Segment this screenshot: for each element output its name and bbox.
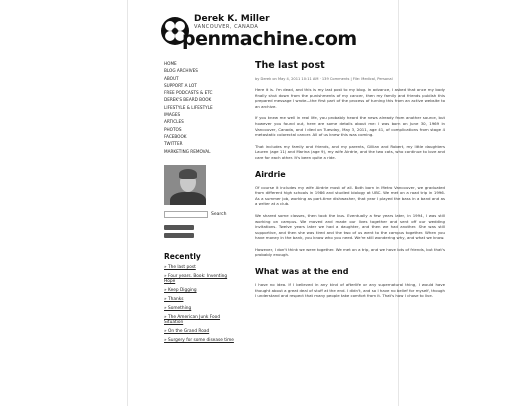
recently-heading: Recently bbox=[164, 251, 201, 261]
post-title[interactable]: The last post bbox=[255, 60, 445, 71]
post-paragraph: Of course it includes my wife Airdrie mo… bbox=[255, 184, 445, 207]
sidebar-nav: HOME BLOG ARCHIVES ABOUT SUPPORT A LOT F… bbox=[164, 60, 236, 155]
site-title[interactable]: penmachine.com bbox=[182, 28, 357, 50]
recent-posts-list: The last post Four years. Book: Inventin… bbox=[164, 265, 236, 343]
feed-badge[interactable] bbox=[164, 232, 194, 238]
post-paragraph: We shared some classes, then took the bu… bbox=[255, 212, 445, 241]
photo-shoulders bbox=[170, 191, 206, 205]
nav-item[interactable]: FREE PODCASTS & ETC bbox=[164, 89, 236, 96]
nav-item[interactable]: SUPPORT A LOT bbox=[164, 82, 236, 89]
nav-item[interactable]: MARKETING REMOVAL bbox=[164, 148, 236, 155]
post-paragraph: Here it is. I'm dead, and this is my las… bbox=[255, 87, 445, 109]
nav-item[interactable]: ABOUT bbox=[164, 75, 236, 82]
recent-post-link[interactable]: The last post bbox=[164, 265, 234, 270]
photo-hair bbox=[179, 168, 197, 179]
site-header: Derek K. Miller VANCOUVER, CANADA penmac… bbox=[160, 6, 360, 52]
search-input[interactable] bbox=[164, 210, 208, 218]
nav-item[interactable]: IMAGES bbox=[164, 111, 236, 118]
recent-post-link[interactable]: Surgery for some disease time bbox=[164, 338, 234, 343]
recent-post-link[interactable]: The American Junk Food Situation bbox=[164, 315, 234, 325]
sidebar: HOME BLOG ARCHIVES ABOUT SUPPORT A LOT F… bbox=[164, 60, 236, 343]
recent-post-link[interactable]: Four years. Book: Inventing Hope bbox=[164, 274, 234, 284]
section-heading-airdrie: Airdrie bbox=[255, 169, 286, 179]
recent-post-link[interactable]: Something bbox=[164, 306, 234, 311]
nav-item[interactable]: LIFESTYLE & LIFESTYLE bbox=[164, 104, 236, 111]
post-byline: by Derek on May 4, 2011 10:11 AM · 139 C… bbox=[255, 77, 393, 81]
recent-post-link[interactable]: Thanks bbox=[164, 297, 234, 302]
section-heading-end: What was at the end bbox=[255, 267, 349, 277]
search-button[interactable]: Search bbox=[211, 212, 226, 217]
author-name: Derek K. Miller bbox=[194, 14, 270, 24]
nav-item[interactable]: DEREK'S BEARD BOOK bbox=[164, 96, 236, 103]
nav-item[interactable]: HOME bbox=[164, 60, 236, 67]
post-paragraph: If you knew me well in real life, you pr… bbox=[255, 115, 445, 138]
author-photo bbox=[164, 164, 206, 205]
post-paragraph: That includes my family and friends, and… bbox=[255, 143, 445, 160]
post-paragraph: However, I don't think we were together.… bbox=[255, 246, 445, 258]
nav-item[interactable]: BLOG ARCHIVES bbox=[164, 67, 236, 74]
nav-item[interactable]: TWITTER bbox=[164, 140, 236, 147]
nav-item[interactable]: PHOTOS bbox=[164, 126, 236, 133]
subscribe-badge[interactable] bbox=[164, 224, 194, 230]
nav-item[interactable]: FACEBOOK bbox=[164, 133, 236, 140]
nav-item[interactable]: ARTICLES bbox=[164, 118, 236, 125]
main-content: The last post by Derek on May 4, 2011 10… bbox=[255, 60, 445, 303]
recent-post-link[interactable]: Keep Digging bbox=[164, 288, 234, 293]
recent-post-link[interactable]: On the Grand Road bbox=[164, 329, 234, 334]
post-paragraph: I have no idea. If I believed in any kin… bbox=[255, 282, 445, 299]
search-form: Search bbox=[164, 210, 236, 218]
